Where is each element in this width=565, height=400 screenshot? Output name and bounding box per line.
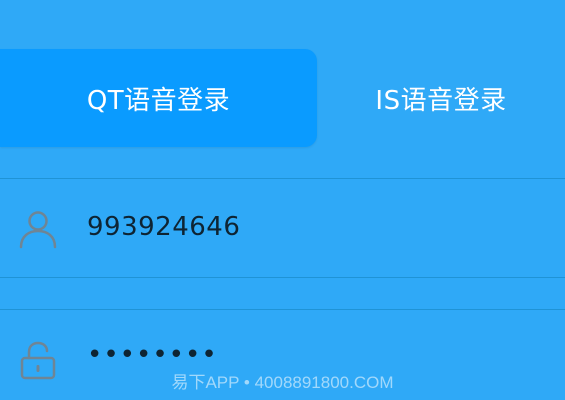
user-icon	[19, 211, 57, 249]
watermark-text: 易下APP • 4008891800.COM	[171, 373, 394, 392]
tab-qt-label: QT语音登录	[86, 85, 231, 116]
password-value: ••••••••	[87, 340, 218, 370]
tab-is-label: IS语音登录	[375, 85, 507, 116]
username-field[interactable]: 993924646	[0, 178, 565, 278]
tab-is-voice-login[interactable]: IS语音登录	[317, 49, 565, 147]
tab-qt-voice-login[interactable]: QT语音登录	[0, 49, 317, 147]
username-value: 993924646	[87, 212, 241, 242]
logo-leaf-icon	[260, 0, 380, 6]
